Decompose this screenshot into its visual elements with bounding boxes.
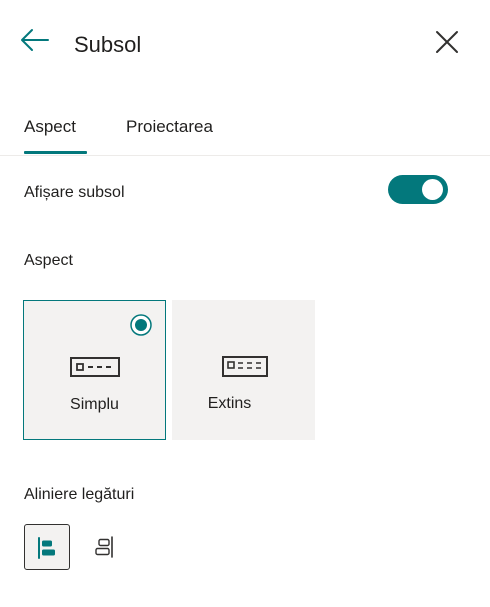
show-footer-toggle[interactable] [388,175,448,204]
toggle-knob [422,179,443,200]
layout-option-simple[interactable]: Simplu [23,300,166,440]
align-right-button[interactable] [80,524,126,570]
tab-design[interactable]: Proiectarea [126,116,213,138]
show-footer-label: Afișare subsol [24,184,125,201]
close-button[interactable] [432,27,462,57]
panel-header: Subsol [0,0,490,90]
back-button[interactable] [18,26,52,54]
align-left-button[interactable] [24,524,70,570]
align-right-icon [95,536,113,558]
tab-bar: Aspect Proiectarea [0,106,490,156]
footer-simple-icon [70,357,120,377]
align-left-icon [38,537,55,559]
layout-option-extended-label: Extins [207,395,252,412]
radio-selected-icon [130,314,152,336]
tab-divider [0,155,490,156]
panel-title: Subsol [74,32,142,57]
selected-tab-indicator [24,151,87,154]
link-alignment-label: Aliniere legături [24,486,135,503]
close-icon [436,31,458,53]
layout-section-label: Aspect [24,252,73,269]
layout-option-extended[interactable]: Extins [172,300,315,440]
tab-aspect[interactable]: Aspect [24,116,76,138]
footer-extended-icon [222,356,268,377]
arrow-left-icon [21,29,49,51]
layout-option-simple-label: Simplu [70,396,119,413]
